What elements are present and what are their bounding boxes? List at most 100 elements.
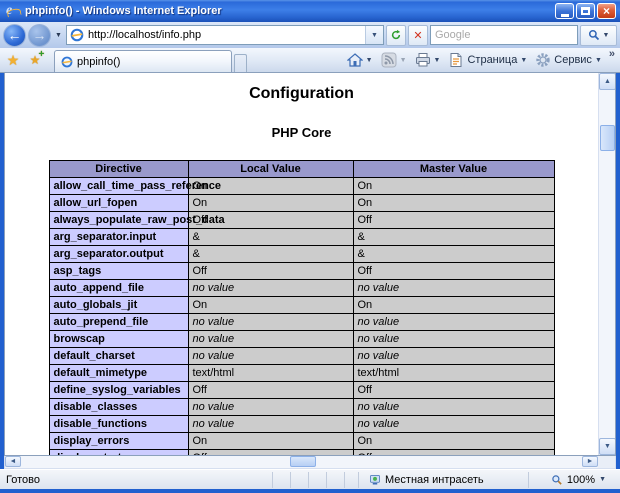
feeds-dropdown[interactable]: ▼ — [400, 57, 407, 64]
stop-button[interactable]: ✕ — [408, 25, 428, 46]
page-menu-label: Страница — [467, 54, 517, 66]
search-options-dropdown[interactable]: ▼ — [603, 32, 610, 39]
minimize-button[interactable] — [555, 3, 574, 19]
printer-icon — [415, 52, 431, 68]
local-value-cell: & — [188, 229, 353, 246]
page-subtitle: PHP Core — [5, 125, 598, 140]
zoom-level-label: 100% — [567, 474, 595, 486]
address-dropdown[interactable]: ▼ — [365, 26, 383, 44]
tools-menu-label: Сервис — [554, 54, 592, 66]
master-value-cell: On — [353, 297, 554, 314]
print-dropdown[interactable]: ▼ — [434, 57, 441, 64]
home-dropdown[interactable]: ▼ — [366, 57, 373, 64]
table-row: auto_globals_jitOnOn — [49, 297, 554, 314]
directive-cell: default_charset — [49, 348, 188, 365]
navigation-bar: ← → ▼ ▼ ✕ ▼ — [0, 22, 620, 48]
zoom-dropdown[interactable]: ▼ — [599, 476, 606, 483]
directive-cell: display_errors — [49, 433, 188, 450]
status-bar: Готово Местная интрасеть 100% ▼ — [0, 469, 620, 489]
directive-cell: asp_tags — [49, 263, 188, 280]
local-value-cell: no value — [188, 280, 353, 297]
table-row: default_charsetno valueno value — [49, 348, 554, 365]
table-row: arg_separator.input&& — [49, 229, 554, 246]
horizontal-scroll-thumb[interactable] — [290, 456, 316, 467]
favorites-center-button[interactable]: ★ — [2, 49, 24, 71]
table-header-row: Directive Local Value Master Value — [49, 161, 554, 178]
refresh-button[interactable] — [386, 25, 406, 46]
table-row: arg_separator.output&& — [49, 246, 554, 263]
table-row: auto_prepend_fileno valueno value — [49, 314, 554, 331]
table-row: default_mimetypetext/htmltext/html — [49, 365, 554, 382]
tools-menu-dropdown[interactable]: ▼ — [595, 57, 602, 64]
local-value-cell: no value — [188, 348, 353, 365]
zoom-control[interactable]: 100% ▼ — [528, 472, 614, 488]
local-value-cell: On — [188, 195, 353, 212]
scroll-left-button[interactable]: ◄ — [5, 456, 21, 467]
directive-cell: auto_globals_jit — [49, 297, 188, 314]
master-value-cell: no value — [353, 314, 554, 331]
forward-button[interactable]: → — [28, 24, 51, 47]
gear-icon — [535, 52, 551, 68]
status-pane — [326, 472, 340, 488]
new-tab-stub[interactable] — [234, 54, 247, 72]
column-header-master-value: Master Value — [353, 161, 554, 178]
toolbar-overflow-chevron[interactable]: » — [606, 48, 618, 60]
table-row: auto_append_fileno valueno value — [49, 280, 554, 297]
table-row: allow_url_fopenOnOn — [49, 195, 554, 212]
home-button[interactable]: ▼ — [343, 49, 377, 71]
status-pane — [272, 472, 286, 488]
local-value-cell: Off — [188, 263, 353, 280]
directive-cell: disable_classes — [49, 399, 188, 416]
tab-favicon-icon — [61, 56, 73, 68]
directive-cell: auto_prepend_file — [49, 314, 188, 331]
address-input[interactable] — [88, 29, 365, 41]
vertical-scrollbar[interactable]: ▲ ▼ — [598, 73, 615, 455]
horizontal-scrollbar[interactable]: ◄ ► — [4, 456, 616, 469]
local-value-cell: Off — [188, 382, 353, 399]
local-value-cell: text/html — [188, 365, 353, 382]
vertical-scroll-thumb[interactable] — [600, 125, 615, 151]
directive-cell: default_mimetype — [49, 365, 188, 382]
search-input[interactable] — [435, 29, 577, 41]
search-button[interactable]: ▼ — [580, 25, 617, 46]
column-header-local-value: Local Value — [188, 161, 353, 178]
page-menu-button[interactable]: Страница ▼ — [444, 49, 531, 71]
home-icon — [347, 52, 363, 68]
back-button[interactable]: ← — [3, 24, 26, 47]
print-button[interactable]: ▼ — [411, 49, 445, 71]
master-value-cell: On — [353, 433, 554, 450]
feeds-button[interactable]: ▼ — [377, 49, 411, 71]
recent-pages-dropdown[interactable]: ▼ — [53, 32, 64, 39]
scroll-right-button[interactable]: ► — [582, 456, 598, 467]
scroll-down-button[interactable]: ▼ — [599, 438, 616, 455]
horizontal-scroll-track[interactable] — [21, 456, 582, 468]
table-row: display_errorsOnOn — [49, 433, 554, 450]
maximize-icon — [581, 7, 590, 15]
tab-phpinfo[interactable]: phpinfo() — [54, 50, 232, 72]
status-pane — [344, 472, 358, 488]
master-value-cell: Off — [353, 212, 554, 229]
page-menu-dropdown[interactable]: ▼ — [520, 57, 527, 64]
rss-icon — [381, 52, 397, 68]
window-title: phpinfo() - Windows Internet Explorer — [25, 5, 555, 17]
maximize-button[interactable] — [576, 3, 595, 19]
security-zone-pane: Местная интрасеть — [358, 472, 528, 488]
table-row: always_populate_raw_post_dataOffOff — [49, 212, 554, 229]
master-value-cell: & — [353, 229, 554, 246]
directive-cell: always_populate_raw_post_data — [49, 212, 188, 229]
tools-menu-button[interactable]: Сервис ▼ — [531, 49, 606, 71]
phpinfo-table-body: allow_call_time_pass_referenceOnOnallow_… — [49, 178, 554, 456]
table-row: disable_functionsno valueno value — [49, 416, 554, 433]
table-row: asp_tagsOffOff — [49, 263, 554, 280]
tab-label: phpinfo() — [77, 56, 120, 68]
directive-cell: allow_url_fopen — [49, 195, 188, 212]
directive-cell: auto_append_file — [49, 280, 188, 297]
local-value-cell: On — [188, 297, 353, 314]
address-field: ▼ — [66, 25, 384, 45]
scroll-up-button[interactable]: ▲ — [599, 73, 616, 90]
window-controls: × — [555, 3, 616, 19]
add-favorite-button[interactable]: ★ — [24, 49, 46, 71]
master-value-cell: no value — [353, 416, 554, 433]
close-button[interactable]: × — [597, 3, 616, 19]
vertical-scroll-track[interactable] — [599, 90, 615, 438]
